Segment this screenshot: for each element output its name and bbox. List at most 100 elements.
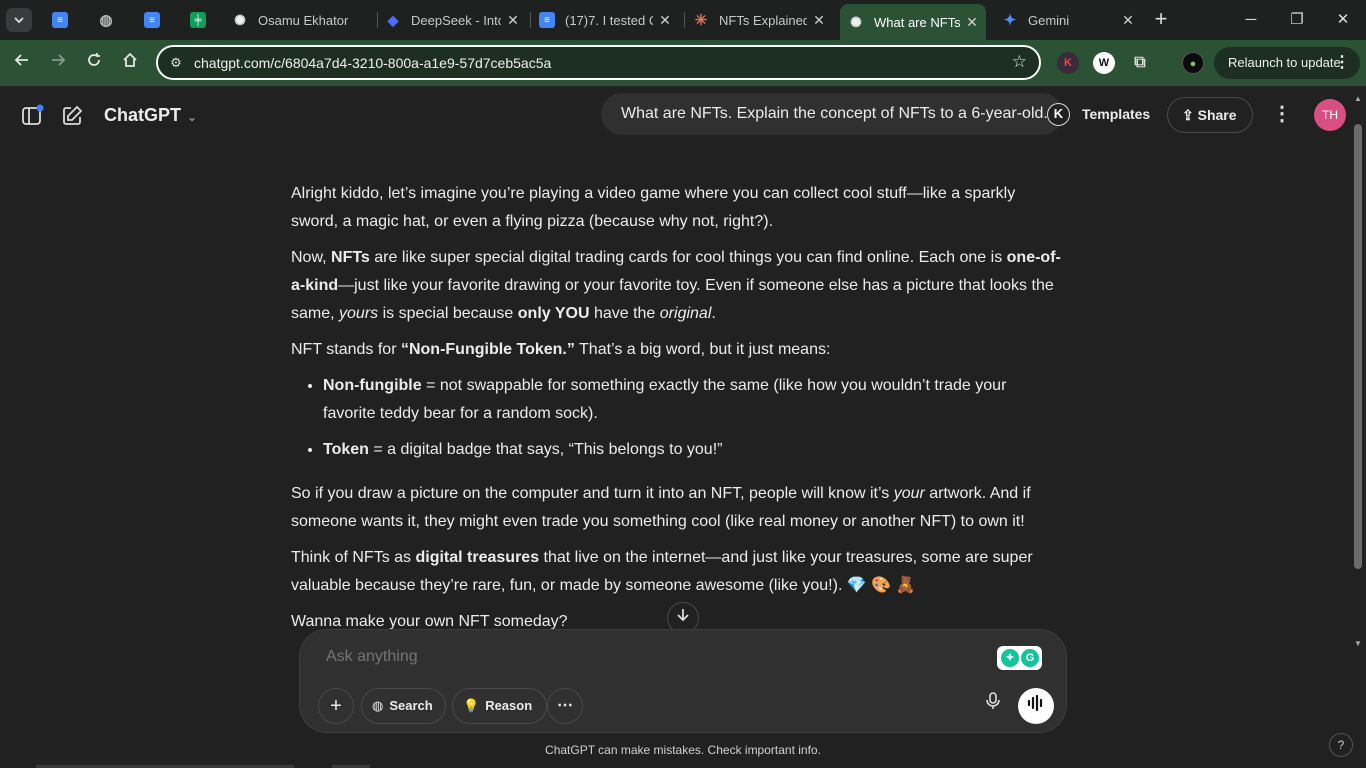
back-button[interactable] [10, 51, 34, 75]
google-docs-icon: ≡ [52, 12, 68, 28]
tab-search-button[interactable] [6, 8, 32, 32]
kaspersky-extension-icon[interactable]: K [1057, 52, 1079, 74]
share-button[interactable]: ⇪ Share [1167, 97, 1253, 133]
chatgpt-app: ChatGPT ⌄ What are NFTs. Explain the conc… [0, 86, 1366, 768]
model-selector[interactable]: ChatGPT ⌄ [104, 105, 197, 126]
arrow-left-icon [14, 54, 28, 66]
tab-separator [530, 12, 531, 28]
tab-title: What are NFTs [874, 14, 960, 30]
search-button[interactable]: ◍ Search [361, 688, 446, 724]
reason-label: Reason [485, 698, 533, 713]
deepseek-icon: ◆ [387, 11, 399, 28]
grammarly-widget[interactable]: ✦ G [997, 646, 1042, 670]
new-chat-button[interactable] [60, 104, 84, 128]
sidebar-icon [22, 104, 44, 125]
restore-button[interactable]: ❐ [1274, 6, 1320, 34]
sidebar-toggle-button[interactable] [20, 104, 44, 128]
message-paragraph: NFT stands for “Non-Fungible Token.” Tha… [291, 341, 831, 358]
reason-button[interactable]: 💡 Reason [452, 688, 548, 724]
scrollbar[interactable]: ▲ ▼ [1352, 94, 1362, 654]
tab-google-sheets[interactable]: ╪ [178, 6, 218, 34]
tab-title: NFTs Explained [719, 12, 807, 28]
scroll-up-icon[interactable]: ▲ [1354, 94, 1362, 103]
close-icon[interactable]: ✕ [811, 12, 827, 29]
attach-button[interactable]: + [318, 688, 354, 724]
close-window-button[interactable]: ✕ [1320, 6, 1366, 34]
site-info-icon[interactable]: ⚙ [166, 53, 186, 73]
grammarly-icon: G [1021, 649, 1039, 667]
user-avatar[interactable]: TH [1314, 99, 1346, 131]
relaunch-button[interactable]: Relaunch to update ⋮ [1214, 47, 1360, 79]
more-tools-button[interactable]: ⋯ [547, 688, 583, 724]
tab-what-are-nfts[interactable]: ✺ What are NFTs ✕ [840, 4, 986, 40]
tab-title: Osamu Ekhator [258, 12, 349, 28]
share-icon: ⇪ [1182, 107, 1194, 123]
lightbulb-icon: 💡 [463, 698, 480, 713]
tab-globe[interactable]: ◍ [86, 6, 126, 34]
share-label: Share [1197, 107, 1237, 123]
tab-gemini[interactable]: ✦ Gemini ✕ [1002, 6, 1136, 34]
address-bar[interactable]: ⚙ chatgpt.com/c/6804a7d4-3210-800a-a1e9-… [156, 45, 1041, 80]
more-options-button[interactable]: ⋮ [1270, 102, 1294, 126]
forward-button[interactable] [46, 51, 70, 75]
tab-tested[interactable]: ≡ (17)7. I tested C ✕ [539, 6, 673, 34]
search-label: Search [389, 698, 433, 713]
help-button[interactable]: ? [1329, 733, 1353, 757]
disclaimer: ChatGPT can make mistakes. Check importa… [545, 743, 821, 757]
scroll-down-icon[interactable]: ▼ [1354, 639, 1362, 648]
home-button[interactable] [118, 51, 142, 75]
browser-tab-strip: ≡ ◍ ≡ ╪ ✺ Osamu Ekhator ◆ DeepSeek - Int… [0, 0, 1366, 40]
prompt-input[interactable] [326, 648, 966, 666]
templates-button[interactable]: Templates [1082, 106, 1150, 122]
relaunch-label: Relaunch to update [1228, 55, 1341, 70]
url-text: chatgpt.com/c/6804a7d4-3210-800a-a1e9-57… [194, 55, 552, 71]
message-paragraph: So if you draw a picture on the computer… [291, 485, 1031, 530]
profile-avatar[interactable]: ● [1182, 52, 1204, 74]
microphone-icon [986, 692, 1000, 709]
composer: ✦ G + ◍ Search 💡 Reason ⋯ [299, 629, 1067, 733]
arrow-down-icon [677, 609, 689, 622]
minimize-button[interactable]: ─ [1228, 6, 1274, 34]
globe-icon: ◍ [99, 12, 113, 29]
close-icon[interactable]: ✕ [1120, 12, 1136, 29]
message-paragraph: Now, NFTs are like super special digital… [291, 249, 1061, 322]
chevron-down-icon: ⌄ [187, 110, 198, 124]
google-docs-icon: ≡ [539, 12, 555, 28]
tab-title: DeepSeek - Into [411, 12, 501, 28]
tab-title: Gemini [1028, 12, 1070, 28]
home-icon [123, 52, 137, 67]
tab-nfts-explained[interactable]: ✳ NFTs Explained ✕ [693, 6, 827, 34]
brand-label: ChatGPT [104, 105, 182, 125]
reload-button[interactable] [82, 51, 106, 75]
close-icon[interactable]: ✕ [657, 12, 673, 29]
bookmark-star-icon[interactable]: ☆ [1012, 52, 1027, 72]
arrow-right-icon [52, 54, 66, 66]
tab-osamu[interactable]: ✺ Osamu Ekhator [232, 6, 370, 34]
google-sheets-icon: ╪ [190, 12, 206, 28]
new-tab-button[interactable]: + [1150, 8, 1172, 31]
google-docs-icon: ≡ [144, 12, 160, 28]
close-icon[interactable]: ✕ [505, 12, 521, 29]
bullet-list: Non-fungible = not swappable for somethi… [291, 372, 1061, 464]
chevron-down-icon [14, 17, 24, 24]
globe-icon: ◍ [372, 698, 384, 713]
pinned-question[interactable]: What are NFTs. Explain the concept of NF… [601, 93, 1063, 135]
message-paragraph: Think of NFTs as digital treasures that … [291, 549, 1033, 594]
tab-google-docs-2[interactable]: ≡ [132, 6, 172, 34]
chatgpt-icon: ✺ [234, 11, 246, 28]
close-icon[interactable]: ✕ [964, 14, 980, 31]
gemini-icon: ✦ [1003, 12, 1017, 29]
tab-deepseek[interactable]: ◆ DeepSeek - Into ✕ [385, 6, 521, 34]
puzzle-icon[interactable]: ⧉ [1129, 52, 1151, 74]
k-avatar[interactable]: K [1047, 103, 1070, 126]
tab-google-docs-1[interactable]: ≡ [40, 6, 80, 34]
voice-mode-button[interactable] [1018, 688, 1054, 724]
dictate-button[interactable] [978, 691, 1008, 721]
reload-icon [88, 53, 100, 66]
scroll-thumb[interactable] [1354, 124, 1362, 569]
tab-separator [684, 12, 685, 28]
waveform-icon [1027, 694, 1043, 712]
wordtune-extension-icon[interactable]: W [1093, 52, 1115, 74]
lightbulb-icon: ✦ [1001, 649, 1019, 667]
edit-icon [63, 105, 83, 125]
